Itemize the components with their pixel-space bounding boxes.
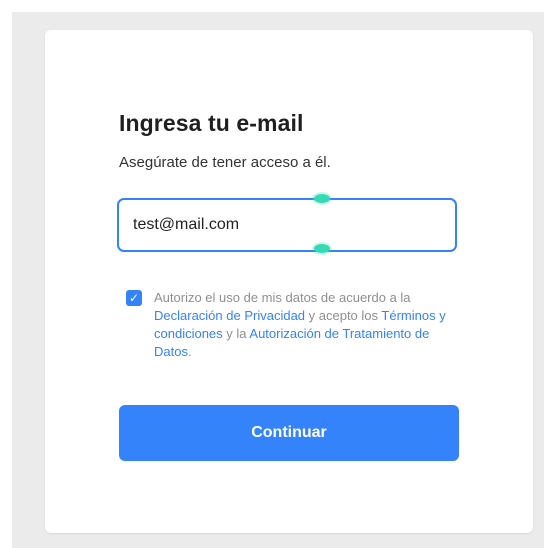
consent-text: Autorizo el uso de mis datos de acuerdo …	[154, 289, 466, 361]
consent-checkbox[interactable]: ✓	[126, 290, 142, 306]
consent-text-part: .	[187, 344, 192, 359]
email-field[interactable]	[117, 194, 457, 253]
consent-text-part: y la	[222, 326, 250, 341]
consent-block: ✓ Autorizo el uso de mis datos de acuerd…	[126, 289, 466, 361]
check-icon: ✓	[128, 291, 140, 305]
page-subtitle: Asegúrate de tener acceso a él.	[119, 154, 331, 171]
consent-text-part: Autorizo el uso de mis datos de acuerdo …	[154, 290, 411, 305]
selection-handle-bottom[interactable]	[314, 244, 330, 253]
continue-button[interactable]: Continuar	[119, 405, 459, 461]
consent-text-part: y acepto los	[305, 308, 382, 323]
email-input[interactable]	[133, 216, 433, 234]
selection-handle-top[interactable]	[314, 194, 330, 203]
login-card: Ingresa tu e-mail Asegúrate de tener acc…	[45, 30, 533, 533]
privacy-link[interactable]: Declaración de Privacidad	[154, 308, 305, 323]
page-title: Ingresa tu e-mail	[119, 110, 304, 136]
